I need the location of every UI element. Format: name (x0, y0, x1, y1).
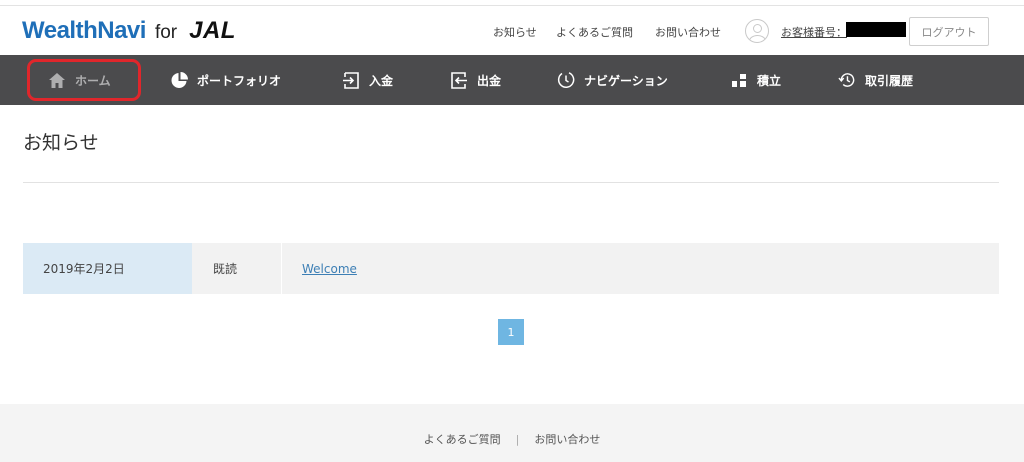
pagination-page-1[interactable]: 1 (498, 319, 524, 345)
logo-for: for (154, 22, 178, 43)
footer-separator: | (515, 433, 520, 446)
nav-item-deposit[interactable]: 入金 (342, 55, 393, 105)
account-number-link[interactable]: お客様番号： (781, 24, 847, 40)
history-icon (838, 71, 856, 89)
clock-icon (557, 71, 575, 89)
nav-item-label: ポートフォリオ (197, 73, 282, 88)
pie-chart-icon (170, 71, 188, 89)
nav-item-savings[interactable]: 積立 (730, 55, 781, 105)
logo[interactable]: WealthNavi for JAL (22, 17, 236, 47)
header-link-news[interactable]: お知らせ (493, 24, 537, 40)
nav-item-withdraw[interactable]: 出金 (450, 55, 501, 105)
notice-status: 既読 (192, 243, 282, 294)
footer: よくあるご質問 | お問い合わせ (0, 404, 1024, 462)
notice-title-link[interactable]: Welcome (302, 262, 357, 276)
header: WealthNavi for JAL お知らせ よくあるご質問 お問い合わせ お… (0, 7, 1024, 55)
nav-item-label: ナビゲーション (584, 73, 668, 88)
logo-brand: WealthNavi (22, 17, 146, 44)
home-highlight-outline (27, 59, 141, 101)
logout-button[interactable]: ログアウト (909, 17, 989, 46)
notice-row[interactable]: 2019年2月2日 既読 Welcome (23, 243, 999, 294)
nav-item-portfolio[interactable]: ポートフォリオ (170, 55, 281, 105)
header-link-faq[interactable]: よくあるご質問 (556, 24, 633, 40)
notice-date: 2019年2月2日 (23, 243, 192, 294)
redacted-account-number (846, 22, 906, 37)
nav-item-history[interactable]: 取引履歴 (838, 55, 913, 105)
nav-item-navigation[interactable]: ナビゲーション (557, 55, 668, 105)
footer-link-contact[interactable]: お問い合わせ (534, 433, 600, 446)
nav-item-label: 入金 (369, 73, 394, 88)
divider (23, 182, 999, 183)
deposit-icon (342, 71, 360, 89)
logo-partner: JAL (189, 17, 236, 44)
main-nav: ホーム ポートフォリオ 入金 出金 ナビゲーション 積立 取引履歴 (0, 55, 1024, 105)
nav-item-label: 取引履歴 (865, 73, 914, 88)
footer-link-faq[interactable]: よくあるご質問 (424, 433, 501, 446)
page-title: お知らせ (23, 132, 99, 154)
header-link-contact[interactable]: お問い合わせ (655, 24, 721, 40)
withdraw-icon (450, 71, 468, 89)
blocks-icon (730, 71, 748, 89)
nav-item-label: 出金 (477, 73, 502, 88)
avatar-icon (745, 19, 769, 43)
top-border (0, 0, 1024, 6)
nav-item-label: 積立 (757, 73, 782, 88)
